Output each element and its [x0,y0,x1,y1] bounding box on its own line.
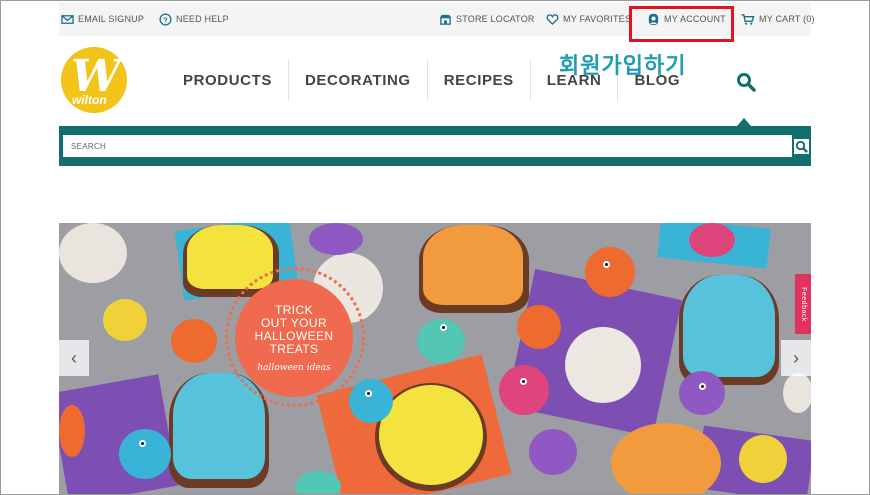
cupcake [739,435,787,483]
search-bar [59,126,811,166]
svg-text:?: ? [163,15,168,24]
cupcake [517,305,561,349]
search-caret [737,118,751,126]
cupcake [529,429,577,475]
my-cart-label: MY CART (0) [759,14,815,24]
help-icon: ? [159,12,172,26]
pumpkin-brownie [611,423,721,494]
hero-banner[interactable]: TRICK OUT YOUR HALLOWEEN TREATS hallowee… [59,223,811,494]
cart-icon [741,13,755,25]
ghost-brownie [683,275,775,377]
ghost-brownie [423,225,523,305]
promo-badge[interactable]: TRICK OUT YOUR HALLOWEEN TREATS hallowee… [235,279,353,397]
email-signup-label: EMAIL SIGNUP [78,14,145,24]
annotation-korean-text: 회원가입하기 [559,54,687,79]
cupcake [171,319,217,363]
cupcake [103,299,147,341]
carousel-next-button[interactable]: › [781,340,811,376]
nav-item-products[interactable]: PRODUCTS [167,59,289,101]
logo-text: wilton [72,93,107,107]
need-help-label: NEED HELP [176,14,229,24]
feedback-tab[interactable]: Feedback [795,274,811,334]
search-icon [794,138,809,154]
chevron-right-icon: › [793,347,799,368]
carousel-prev-button[interactable]: ‹ [59,340,89,376]
store-locator-label: STORE LOCATOR [456,14,535,24]
nav-item-decorating[interactable]: DECORATING [289,59,428,101]
my-favorites-label: MY FAVORITES [563,14,632,24]
badge-subtitle: halloween ideas [257,363,331,373]
cupcake [585,247,635,297]
cupcake [59,223,127,283]
cupcake [679,371,725,415]
my-cart-link[interactable]: MY CART (0) [740,2,815,36]
nav-search-button[interactable] [736,72,756,97]
feedback-label: Feedback [799,286,807,322]
cupcake [295,471,341,494]
search-input[interactable] [63,135,793,157]
store-icon [439,14,452,25]
cupcake [783,373,811,413]
cupcake [119,429,171,479]
cupcake [59,405,85,457]
cupcake [689,223,735,257]
need-help-link[interactable]: ? NEED HELP [159,2,229,36]
heart-icon [546,13,559,25]
cupcake [309,223,363,255]
email-signup-link[interactable]: EMAIL SIGNUP [61,2,144,36]
pumpkin-brownie [379,385,483,485]
search-icon [737,73,756,92]
browser-frame: EMAIL SIGNUP ? NEED HELP STORE LOCATOR M… [0,0,870,495]
store-locator-link[interactable]: STORE LOCATOR [439,2,535,36]
envelope-icon [61,14,74,24]
cupcake [565,327,641,403]
nav-item-recipes[interactable]: RECIPES [428,59,531,101]
cupcake [499,365,549,415]
badge-line: TREATS [269,342,319,356]
cupcake [349,379,393,423]
chevron-left-icon: ‹ [71,347,77,368]
my-favorites-link[interactable]: MY FAVORITES [546,2,631,36]
annotation-highlight-box [629,6,734,42]
search-submit-button[interactable] [792,135,811,157]
wilton-logo[interactable]: W wilton [61,47,127,113]
